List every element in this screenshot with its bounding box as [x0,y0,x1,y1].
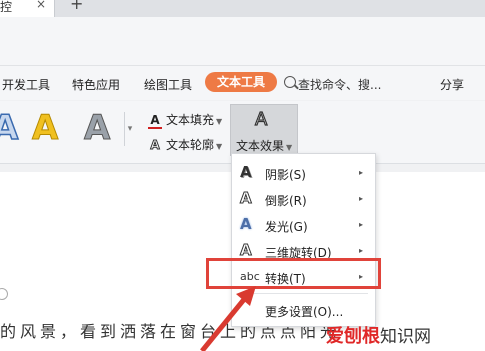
watermark-logo: 爱刨根知识网 [326,326,431,347]
annotation-arrow-icon [200,286,256,351]
